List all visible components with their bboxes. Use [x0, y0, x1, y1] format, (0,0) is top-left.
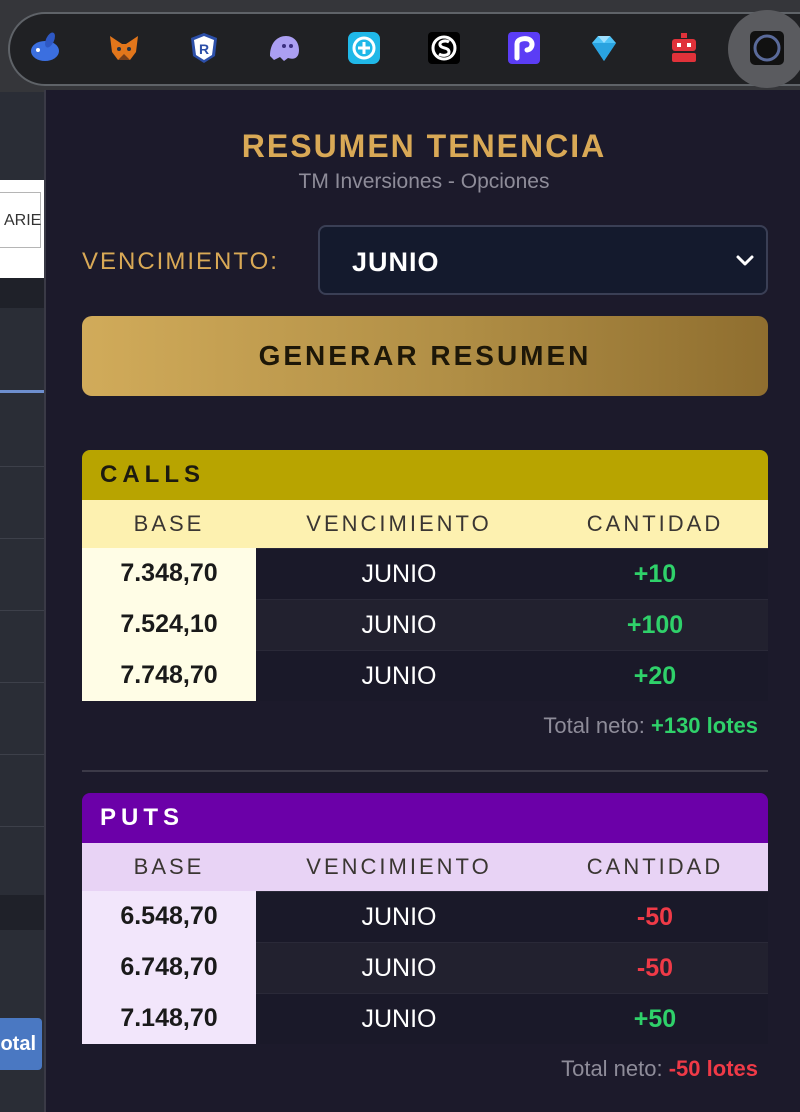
diamond-icon[interactable]: [586, 30, 622, 66]
compass-plus-icon[interactable]: [346, 30, 382, 66]
base-cell: 7.148,70: [82, 993, 256, 1044]
vencimiento-label: VENCIMIENTO:: [82, 248, 279, 275]
popup-subtitle: TM Inversiones - Opciones: [298, 170, 550, 193]
svg-text:R: R: [199, 41, 209, 57]
table-row: 7.148,70 JUNIO +50: [82, 993, 768, 1044]
base-cell: 7.748,70: [82, 650, 256, 701]
column-header-base: BASE: [133, 511, 205, 536]
background-page-divider: [0, 610, 44, 611]
blue-rabbit-icon[interactable]: [26, 30, 62, 66]
browser-toolbar: R: [0, 0, 800, 92]
background-total-button[interactable]: otal: [0, 1018, 42, 1070]
calls-total-value: +130 lotes: [650, 713, 758, 738]
vencimiento-cell: JUNIO: [256, 891, 542, 942]
column-header-cantidad: CANTIDAD: [586, 511, 724, 536]
background-page-divider: [0, 754, 44, 755]
metamask-fox-icon[interactable]: [106, 30, 142, 66]
puts-section: PUTS BASE VENCIMIENTO CANTIDAD 6.548,70 …: [82, 793, 768, 1082]
cantidad-cell: -50: [542, 942, 768, 993]
puts-table-header: BASE VENCIMIENTO CANTIDAD: [82, 843, 768, 891]
red-robot-icon[interactable]: [666, 30, 702, 66]
puts-total: Total neto: -50 lotes: [82, 1056, 768, 1082]
chevron-down-icon: [736, 255, 754, 266]
puts-table: BASE VENCIMIENTO CANTIDAD 6.548,70 JUNIO…: [82, 843, 768, 1044]
puts-total-value: -50 lotes: [668, 1056, 758, 1081]
cantidad-cell: +50: [542, 993, 768, 1044]
vencimiento-cell: JUNIO: [256, 548, 542, 599]
base-cell: 6.748,70: [82, 942, 256, 993]
vencimiento-cell: JUNIO: [256, 942, 542, 993]
extension-popup: RESUMEN TENENCIA TM Inversiones - Opcion…: [44, 90, 800, 1112]
vencimiento-select[interactable]: JUNIO: [318, 225, 768, 295]
vencimiento-cell: JUNIO: [256, 650, 542, 701]
cantidad-cell: +10: [542, 548, 768, 599]
popup-title: RESUMEN TENENCIA: [241, 128, 607, 164]
vencimiento-cell: JUNIO: [256, 599, 542, 650]
column-header-base: BASE: [133, 854, 205, 879]
table-row: 7.524,10 JUNIO +100: [82, 599, 768, 650]
column-header-vencimiento: VENCIMIENTO: [306, 511, 492, 536]
puts-total-label: Total neto:: [561, 1056, 663, 1081]
background-page-divider: [0, 538, 44, 539]
column-header-cantidad: CANTIDAD: [586, 854, 724, 879]
calls-total: Total neto: +130 lotes: [82, 713, 768, 739]
base-cell: 7.348,70: [82, 548, 256, 599]
r-square-icon[interactable]: [506, 30, 542, 66]
vencimiento-cell: JUNIO: [256, 993, 542, 1044]
shield-r-icon[interactable]: R: [186, 30, 222, 66]
cantidad-cell: +20: [542, 650, 768, 701]
base-cell: 6.548,70: [82, 891, 256, 942]
section-divider: [82, 770, 768, 772]
background-page-divider: [0, 466, 44, 467]
table-row: 7.748,70 JUNIO +20: [82, 650, 768, 701]
background-page-divider: [0, 682, 44, 683]
background-page-band: [0, 895, 44, 930]
calls-total-label: Total neto:: [543, 713, 645, 738]
cantidad-cell: +100: [542, 599, 768, 650]
calls-table-header: BASE VENCIMIENTO CANTIDAD: [82, 500, 768, 548]
calls-table: BASE VENCIMIENTO CANTIDAD 7.348,70 JUNIO…: [82, 500, 768, 701]
background-page-accent: [0, 390, 44, 393]
calls-header: CALLS: [82, 450, 768, 500]
vencimiento-selected-value: JUNIO: [352, 247, 440, 277]
table-row: 7.348,70 JUNIO +10: [82, 548, 768, 599]
cantidad-cell: -50: [542, 891, 768, 942]
table-row: 6.748,70 JUNIO -50: [82, 942, 768, 993]
s-ring-icon[interactable]: [426, 30, 462, 66]
column-header-vencimiento: VENCIMIENTO: [306, 854, 492, 879]
background-page-field-text: ARIE: [4, 212, 42, 229]
background-page-divider: [0, 826, 44, 827]
table-row: 6.548,70 JUNIO -50: [82, 891, 768, 942]
background-page-band: [0, 278, 44, 308]
base-cell: 7.524,10: [82, 599, 256, 650]
generate-summary-button[interactable]: GENERAR RESUMEN: [82, 316, 768, 396]
calls-section: CALLS BASE VENCIMIENTO CANTIDAD 7.348,70…: [82, 450, 768, 739]
ghost-icon[interactable]: [266, 30, 302, 66]
circle-extension-icon[interactable]: [749, 30, 785, 66]
puts-header: PUTS: [82, 793, 768, 843]
